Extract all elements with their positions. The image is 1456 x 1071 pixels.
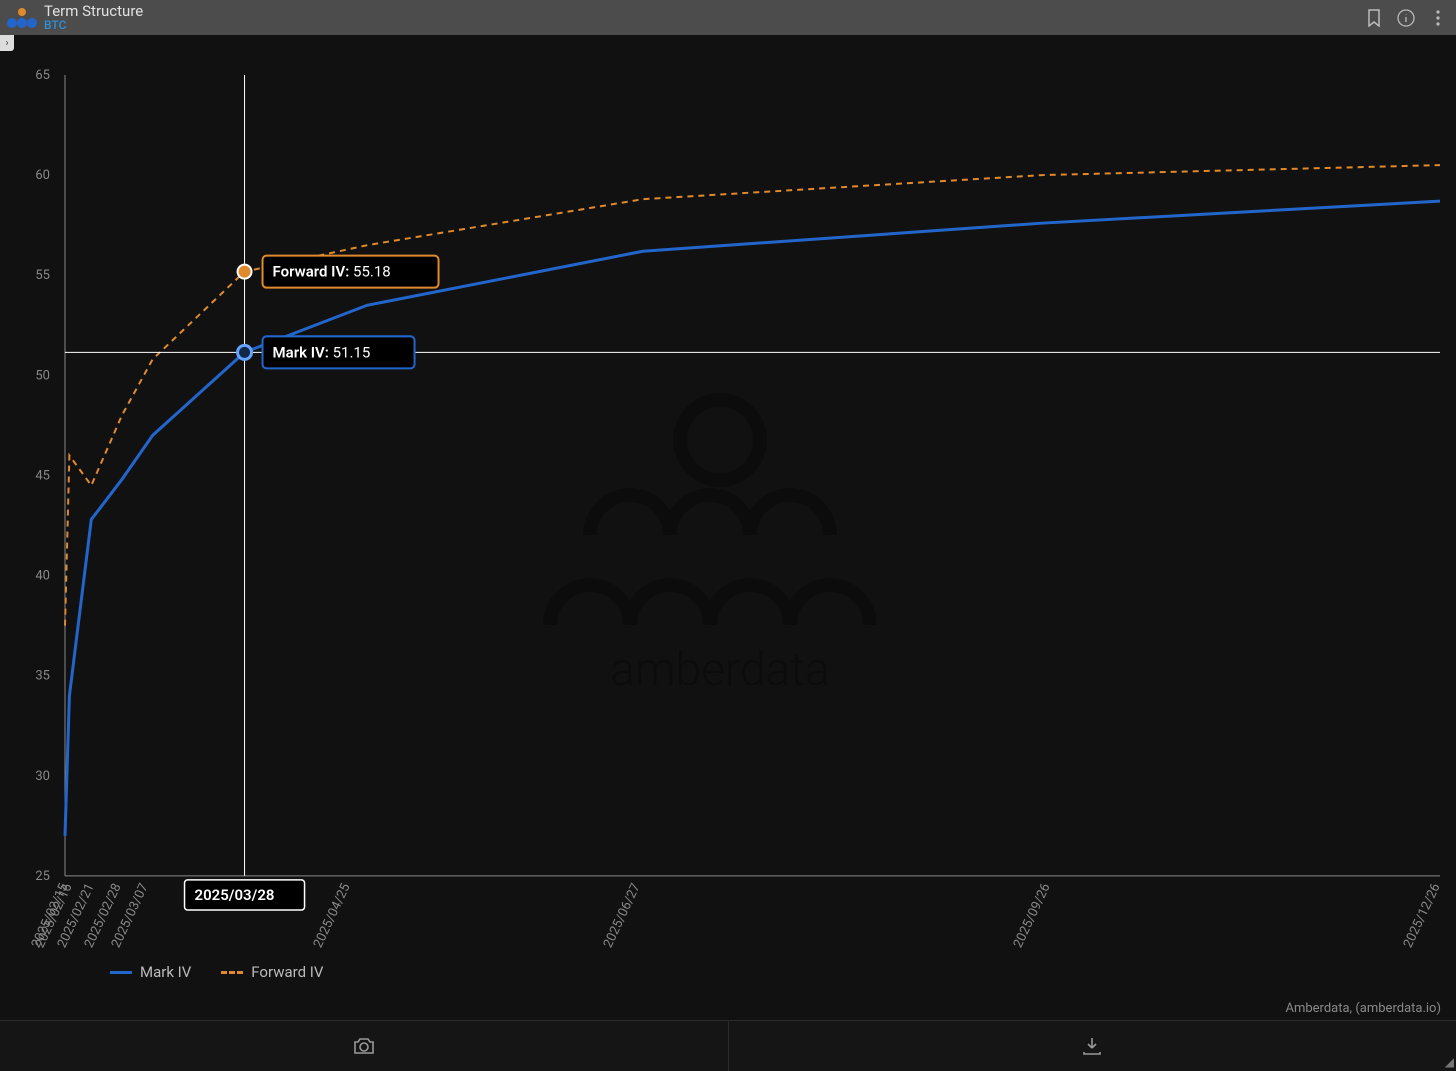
expand-handle[interactable]: › bbox=[0, 35, 14, 51]
mark-iv-tooltip: Mark IV: 51.15 bbox=[263, 336, 415, 368]
forward-iv-point bbox=[238, 265, 252, 279]
screenshot-button[interactable] bbox=[0, 1021, 728, 1071]
svg-text:25: 25 bbox=[35, 869, 50, 884]
legend-forward-label: Forward IV bbox=[251, 963, 323, 981]
svg-text:35: 35 bbox=[35, 669, 50, 684]
more-icon[interactable] bbox=[1428, 8, 1448, 28]
info-icon[interactable] bbox=[1396, 8, 1416, 28]
legend-forward-iv[interactable]: Forward IV bbox=[221, 963, 323, 981]
y-axis: 65 60 55 50 45 40 35 30 25 bbox=[35, 68, 50, 884]
legend-mark-label: Mark IV bbox=[140, 963, 191, 981]
svg-text:2025/04/25: 2025/04/25 bbox=[311, 881, 354, 950]
download-button[interactable] bbox=[728, 1021, 1456, 1071]
download-icon bbox=[1082, 1037, 1102, 1055]
footer-toolbar bbox=[0, 1020, 1456, 1071]
panel-subtitle: BTC bbox=[44, 19, 143, 32]
svg-text:30: 30 bbox=[35, 769, 50, 784]
svg-text:45: 45 bbox=[35, 468, 50, 483]
panel-title: Term Structure bbox=[44, 3, 143, 20]
svg-text:2025/06/27: 2025/06/27 bbox=[601, 881, 644, 950]
chart-area[interactable]: 65 60 55 50 45 40 35 30 25 2025/02/15 20… bbox=[0, 55, 1456, 956]
legend-swatch-solid bbox=[110, 971, 132, 974]
svg-text:2025/03/28: 2025/03/28 bbox=[195, 886, 275, 904]
svg-text:40: 40 bbox=[35, 569, 50, 584]
forward-iv-series bbox=[65, 165, 1440, 626]
svg-text:2025/12/26: 2025/12/26 bbox=[1401, 881, 1444, 950]
mark-iv-series bbox=[65, 201, 1440, 836]
panel-header: Term Structure BTC bbox=[0, 0, 1456, 35]
brand-logo bbox=[0, 0, 44, 35]
forward-iv-tooltip: Forward IV: 55.18 bbox=[263, 256, 439, 288]
camera-icon bbox=[353, 1037, 375, 1055]
resize-grip[interactable]: ◢ bbox=[1445, 1055, 1454, 1069]
legend-mark-iv[interactable]: Mark IV bbox=[110, 963, 191, 981]
legend: Mark IV Forward IV bbox=[0, 958, 1456, 986]
mark-iv-point bbox=[238, 345, 252, 359]
svg-text:Forward IV: 55.18: Forward IV: 55.18 bbox=[273, 263, 391, 281]
svg-text:2025/09/26: 2025/09/26 bbox=[1011, 881, 1054, 950]
date-tooltip: 2025/03/28 bbox=[185, 880, 305, 910]
legend-swatch-dash bbox=[221, 971, 243, 974]
svg-text:55: 55 bbox=[35, 268, 50, 283]
credit-text: Amberdata, (amberdata.io) bbox=[1285, 1001, 1441, 1016]
svg-text:50: 50 bbox=[35, 368, 50, 383]
bookmark-icon[interactable] bbox=[1364, 8, 1384, 28]
svg-text:Mark IV: 51.15: Mark IV: 51.15 bbox=[273, 343, 371, 361]
svg-text:60: 60 bbox=[35, 168, 50, 183]
svg-text:65: 65 bbox=[35, 68, 50, 83]
